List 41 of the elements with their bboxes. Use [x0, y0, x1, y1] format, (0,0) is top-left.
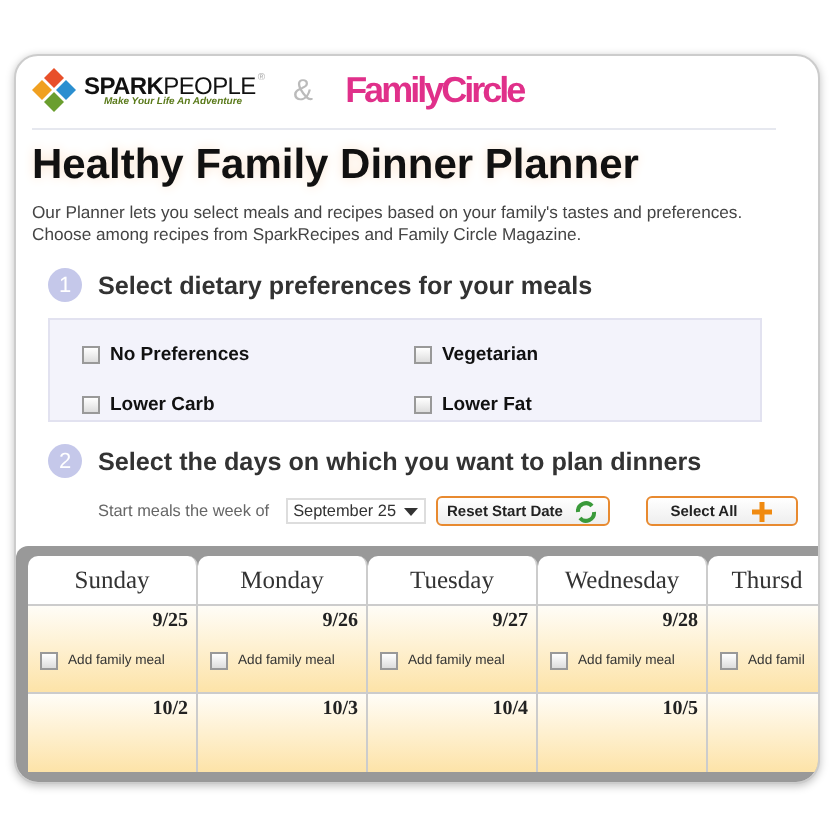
day-header: Tuesday: [368, 556, 538, 604]
page-title: Healthy Family Dinner Planner: [32, 142, 641, 190]
date-label: 10/3: [320, 698, 358, 722]
date-label: 9/27: [490, 610, 528, 634]
step-number-badge: 1: [48, 268, 82, 302]
day-header: Wednesday: [538, 556, 708, 604]
date-label: 9/25: [150, 610, 188, 634]
refresh-icon: [574, 499, 599, 523]
step-heading: Select dietary preferences for your meals: [98, 271, 593, 299]
date-label: 9/26: [320, 610, 358, 634]
checkbox[interactable]: [82, 345, 100, 363]
week-dropdown[interactable]: September 25: [285, 498, 426, 524]
day-header: Monday: [198, 556, 368, 604]
checkbox-label: Vegetarian: [442, 343, 539, 365]
checkbox[interactable]: [82, 395, 100, 413]
ampersand: &: [293, 73, 314, 107]
checkbox[interactable]: [40, 652, 58, 670]
day-header: Thursd: [708, 556, 818, 604]
date-label: 10/4: [490, 698, 528, 722]
partner-logo-text: FamilyCircle: [345, 69, 524, 111]
date-label: 9/28: [660, 610, 698, 634]
checkbox[interactable]: [414, 395, 432, 413]
checkbox[interactable]: [380, 652, 398, 670]
date-label: 10/5: [660, 698, 698, 722]
diamond-logo-icon: [32, 68, 76, 112]
checkbox-label: No Preferences: [110, 343, 250, 365]
checkbox[interactable]: [414, 345, 432, 363]
step-heading: Select the days on which you want to plan dinners: [98, 447, 702, 475]
checkbox[interactable]: [550, 652, 568, 670]
caret-icon: [404, 507, 418, 515]
checkbox-label: Lower Carb: [110, 393, 215, 415]
checkbox-label: Lower Fat: [442, 393, 532, 415]
date-label: 10/2: [150, 698, 188, 722]
day-header: Sunday: [28, 556, 198, 604]
checkbox[interactable]: [210, 652, 228, 670]
checkbox[interactable]: [720, 652, 738, 670]
step-number-badge: 2: [48, 444, 82, 478]
intro-paragraph: Our Planner lets you select meals and recipes based on your family's tastes and preferences. Choose among recipes from SparkRecipes and Family Circle Magazine.: [32, 202, 745, 246]
plus-icon: [749, 499, 774, 523]
week-label: Start meals the week of: [98, 502, 270, 520]
brand-logo-text: SPARKPEOPLE: [84, 73, 256, 97]
